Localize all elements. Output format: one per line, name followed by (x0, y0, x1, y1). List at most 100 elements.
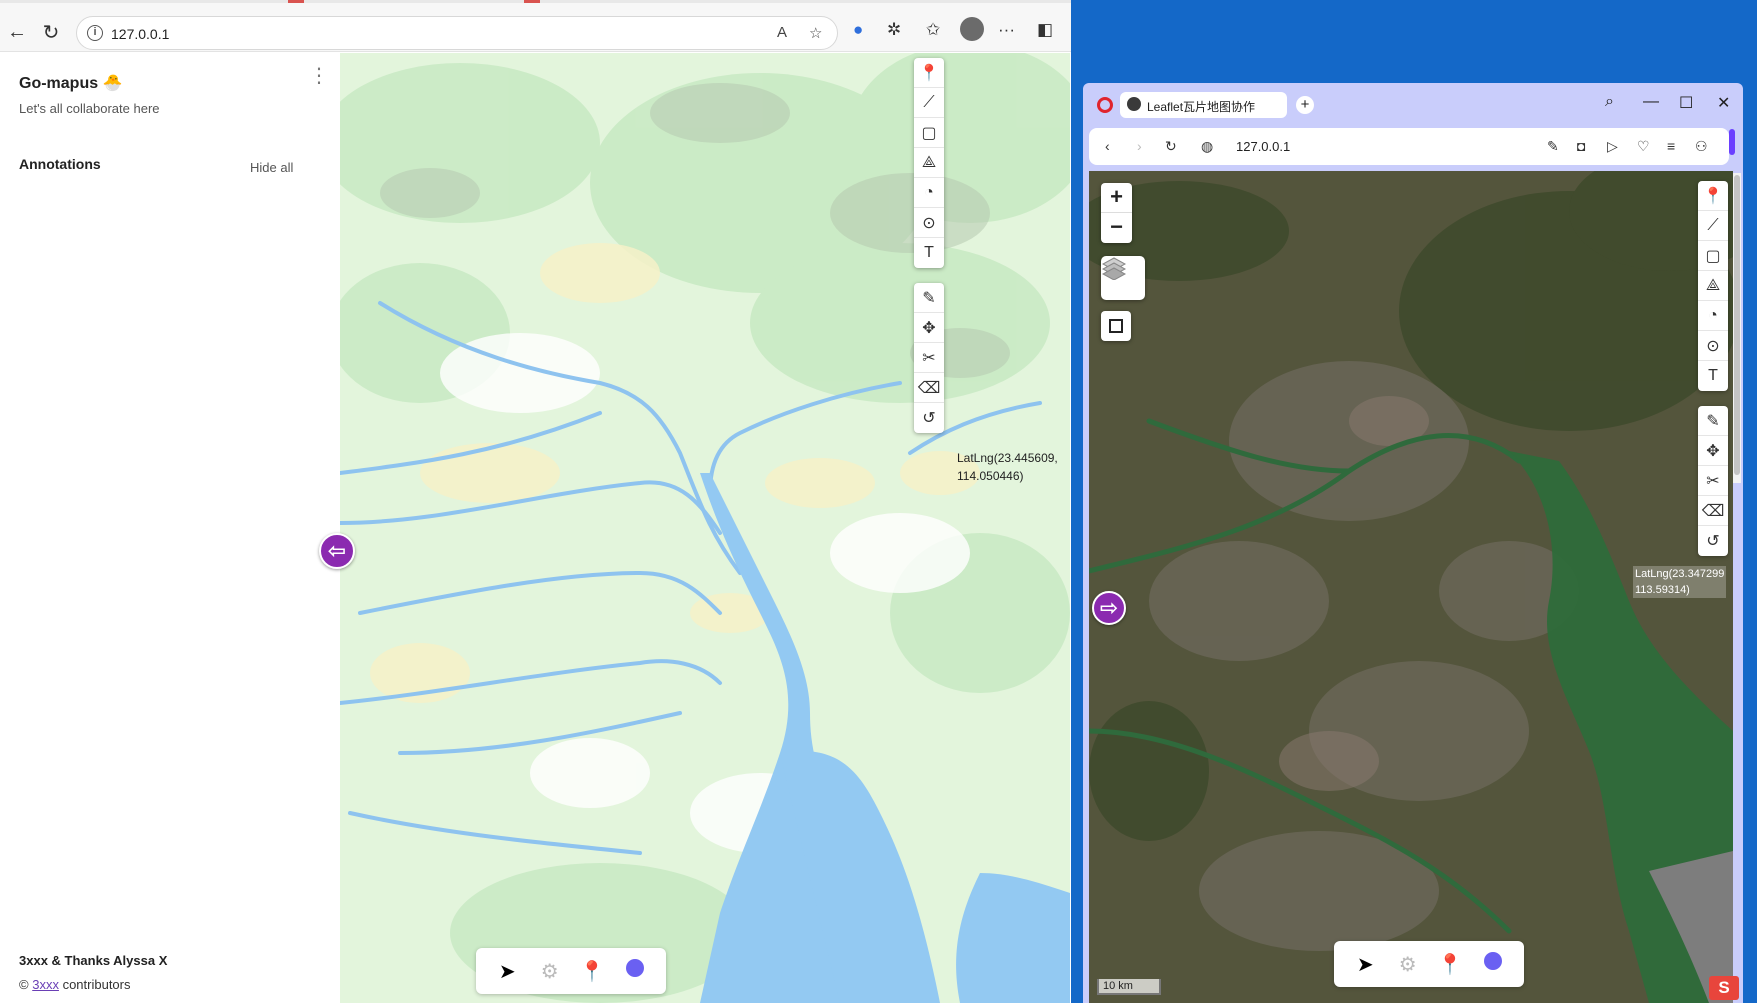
reload-icon[interactable]: ↻ (1165, 138, 1177, 155)
gear-icon[interactable]: ⚙ (1393, 952, 1423, 977)
sidebar-indicator[interactable] (1729, 129, 1735, 155)
cursor-icon[interactable]: ➤ (1350, 952, 1380, 977)
opera-address-bar[interactable]: ‹ › ↻ ◍ 127.0.0.1 ✎ ◘ ▷ ♡ ≡ ⚇ (1089, 128, 1729, 165)
cursor-icon[interactable]: ➤ (492, 959, 522, 984)
app-title: Go-mapus 🐣 (19, 75, 123, 92)
coordinate-readout: LatLng(23.445609, 114.050446) (957, 449, 1058, 485)
collapse-sidebar-arrow-icon[interactable]: ⇦ (319, 533, 355, 569)
layers-icon (1101, 257, 1127, 280)
zoom-control: + − (1101, 183, 1132, 243)
annotations-heading: Annotations (19, 156, 101, 172)
tab-indicator[interactable] (288, 0, 304, 3)
address-text: 127.0.0.1 (111, 26, 170, 42)
edit-toolbar-right: ✎ ✥ ✂ ⌫ ↺ (1698, 406, 1728, 556)
browser-tab[interactable]: Leaflet瓦片地图协作 (1120, 92, 1287, 118)
draw-polyline-icon[interactable]: ⟋ (914, 88, 944, 118)
layers-button[interactable] (1101, 256, 1145, 300)
back-button[interactable]: ← (3, 18, 31, 46)
credit-line: 3xxx & Thanks Alyssa X (19, 953, 168, 968)
right-satellite-map[interactable]: + − 📍 ⟋ ▢ ⟁ ◔ ⊙ T ✎ ✥ ✂ ⌫ ↺ LatLng(23.34… (1089, 171, 1733, 1003)
extension-dot-icon[interactable]: ● (853, 20, 863, 40)
rotate-icon[interactable]: ↺ (914, 403, 944, 433)
close-icon[interactable]: ✕ (1717, 93, 1730, 113)
left-map-canvas[interactable]: 📍 ⟋ ▢ ⟁ ◔ ⊙ T ✎ ✥ ✂ ⌫ ↺ LatLng(23.445609… (340, 53, 1070, 1003)
more-options-icon[interactable]: ··· (998, 20, 1015, 40)
zoom-in-button[interactable]: + (1101, 183, 1132, 213)
copyright-suffix: contributors (58, 977, 131, 992)
draw-marker-icon[interactable]: 📍 (1698, 181, 1728, 211)
sidebar-toggle-icon[interactable]: ◧ (1037, 20, 1053, 40)
edit-layers-icon[interactable]: ✎ (1698, 406, 1728, 436)
terrain-map-graphic (340, 53, 1070, 1003)
color-dot-icon (625, 959, 644, 977)
fullscreen-icon (1109, 319, 1123, 333)
maximize-icon[interactable]: ☐ (1679, 93, 1693, 113)
search-icon[interactable]: ⌕ (1605, 93, 1614, 111)
cut-layers-icon[interactable]: ✂ (1698, 466, 1728, 496)
heart-icon[interactable]: ♡ (1637, 138, 1650, 155)
favorite-star-icon[interactable]: ☆ (809, 24, 822, 42)
tab-favicon-icon (1127, 97, 1141, 111)
annotation-sidebar: Go-mapus 🐣 Let's all collaborate here ⋮ … (0, 53, 340, 1003)
draw-circle-marker-icon[interactable]: ◔ (1698, 301, 1728, 331)
edit-toolbar-top: ✎ ✥ ✂ ⌫ ↺ (914, 283, 944, 433)
bottom-tool-bar: ➤ ⚙ 📍 (476, 948, 666, 994)
drag-layers-icon[interactable]: ✥ (914, 313, 944, 343)
globe-icon: ◍ (1201, 138, 1214, 154)
camera-icon[interactable]: ◘ (1577, 138, 1585, 154)
input-method-icon[interactable]: S (1709, 976, 1739, 1000)
draw-circle-icon[interactable]: ⊙ (1698, 331, 1728, 361)
minimize-icon[interactable]: — (1643, 93, 1659, 111)
edit-icon[interactable]: ✎ (1547, 138, 1559, 155)
menu-lines-icon[interactable]: ≡ (1667, 138, 1675, 154)
site-info-icon[interactable]: i (87, 25, 103, 41)
draw-text-icon[interactable]: T (1698, 361, 1728, 391)
draw-circle-marker-icon[interactable]: ◔ (914, 178, 944, 208)
reload-button[interactable]: ↻ (37, 18, 65, 46)
expand-sidebar-arrow-icon[interactable]: ⇨ (1092, 591, 1126, 625)
draw-toolbar-top: 📍 ⟋ ▢ ⟁ ◔ ⊙ T (914, 58, 944, 268)
cut-layers-icon[interactable]: ✂ (914, 343, 944, 373)
rotate-icon[interactable]: ↺ (1698, 526, 1728, 556)
edit-layers-icon[interactable]: ✎ (914, 283, 944, 313)
pin-icon[interactable]: 📍 (1435, 952, 1465, 977)
back-icon[interactable]: ‹ (1105, 138, 1110, 154)
contributors-link[interactable]: 3xxx (32, 977, 59, 992)
draw-toolbar-right: 📍 ⟋ ▢ ⟁ ◔ ⊙ T (1698, 181, 1728, 391)
draw-polygon-icon[interactable]: ⟁ (1698, 271, 1728, 301)
bottom-tool-bar-right: ➤ ⚙ 📍 (1334, 941, 1524, 987)
sidebar-menu-icon[interactable]: ⋮ (309, 66, 329, 86)
new-tab-button[interactable]: + (1296, 96, 1314, 114)
favorites-icon[interactable]: ✩ (926, 20, 940, 40)
send-icon[interactable]: ▷ (1607, 138, 1618, 155)
eraser-icon[interactable]: ⌫ (914, 373, 944, 403)
color-dot-button[interactable] (1478, 952, 1508, 976)
address-bar[interactable]: i 127.0.0.1 A ☆ (76, 16, 838, 50)
color-dot-button[interactable] (620, 959, 650, 983)
draw-circle-icon[interactable]: ⊙ (914, 208, 944, 238)
forward-icon[interactable]: › (1137, 138, 1142, 154)
scrollbar-thumb[interactable] (1734, 175, 1740, 475)
coordinate-line-1: LatLng(23.347299 (1635, 568, 1725, 580)
draw-marker-icon[interactable]: 📍 (914, 58, 944, 88)
draw-polygon-icon[interactable]: ⟁ (914, 148, 944, 178)
fullscreen-button[interactable] (1101, 311, 1131, 341)
tab-indicator[interactable] (524, 0, 540, 3)
extensions-puzzle-icon[interactable]: ✲ (887, 20, 901, 40)
draw-rectangle-icon[interactable]: ▢ (914, 118, 944, 148)
eraser-icon[interactable]: ⌫ (1698, 496, 1728, 526)
drag-layers-icon[interactable]: ✥ (1698, 436, 1728, 466)
copyright-line: © 3xxx contributors (19, 977, 131, 992)
draw-text-icon[interactable]: T (914, 238, 944, 268)
page-scrollbar[interactable] (1733, 173, 1741, 483)
zoom-out-button[interactable]: − (1101, 213, 1132, 243)
gear-icon[interactable]: ⚙ (535, 959, 565, 984)
pin-icon[interactable]: 📍 (577, 959, 607, 984)
opera-logo-icon[interactable] (1097, 97, 1113, 113)
profile-avatar[interactable] (960, 17, 984, 41)
account-icon[interactable]: ⚇ (1695, 138, 1708, 155)
read-aloud-icon[interactable]: A (777, 24, 787, 41)
draw-polyline-icon[interactable]: ⟋ (1698, 211, 1728, 241)
draw-rectangle-icon[interactable]: ▢ (1698, 241, 1728, 271)
hide-all-button[interactable]: Hide all (250, 160, 293, 175)
